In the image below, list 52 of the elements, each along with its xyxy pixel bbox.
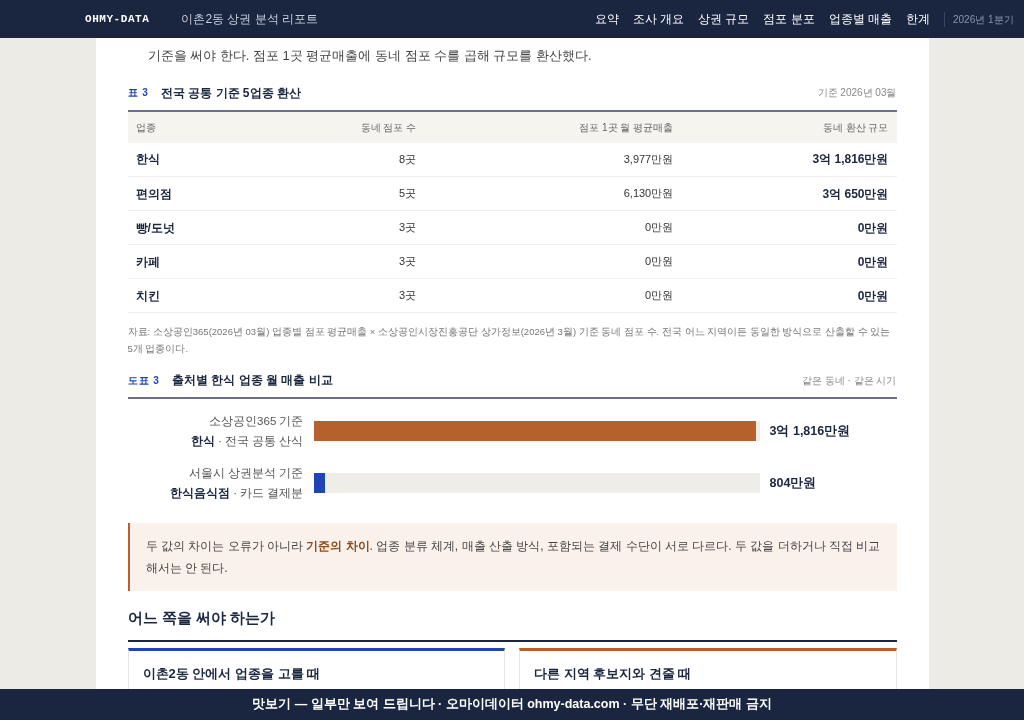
nav-link[interactable]: 점포 분포 <box>763 10 815 28</box>
table-cell: 3억 1,816만원 <box>681 142 897 177</box>
nav-link[interactable]: 상권 규모 <box>697 10 750 28</box>
table-title: 전국 공통 기준 5업종 환산 <box>160 84 301 102</box>
card-title: 이촌2동 안에서 업종을 고를 때 <box>142 665 321 681</box>
bar-value: 804만원 <box>769 474 817 492</box>
table-cell: 치킨 <box>127 278 257 313</box>
table-cell: 8곳 <box>256 142 425 177</box>
table-cell: 3,977만원 <box>424 142 682 177</box>
nav-link[interactable]: 한계 <box>906 10 930 28</box>
nav-link[interactable]: 요약 <box>594 10 619 28</box>
column-header: 점포 1곳 월 평균매출 <box>424 110 682 143</box>
table-cell: 0만원 <box>681 278 897 313</box>
table-cell: 3억 650만원 <box>681 176 897 211</box>
bar-value: 3억 1,816만원 <box>769 422 851 440</box>
report-title: 이촌2동 상권 분석 리포트 <box>181 11 319 28</box>
logo[interactable]: OHMY-DATA <box>85 10 150 28</box>
table-tag: 표 3 <box>127 85 149 100</box>
table-cell: 편의점 <box>127 176 257 211</box>
column-header: 동네 점포 수 <box>256 110 425 143</box>
table-cell: 한식 <box>127 142 257 177</box>
figure-title: 출처별 한식 업종 월 매출 비교 <box>171 372 333 389</box>
table-cell: 빵/도넛 <box>127 210 257 245</box>
period-label: 2026년 1분기 <box>944 11 1024 27</box>
table-cell: 0만원 <box>424 244 682 279</box>
table-cell: 0만원 <box>681 244 897 279</box>
card-title: 다른 지역 후보지와 견줄 때 <box>534 665 692 681</box>
intro-text: 기준을 써야 한다. 점포 1곳 평균매출에 동네 점포 수를 곱해 규모를 환산했다. <box>147 47 593 65</box>
section-heading: 어느 쪽을 써야 하는가 <box>127 607 897 642</box>
table-source-note: 자료: 소상공인365(2026년 03월) 업종별 점포 평균매출 × 소상공인시장진흥공단 상가정보(2026년 3월) 기준 동네 점포 수. 전국 어느 지역이든 동일한 방식으로 산출할 수 있는 5개 업종이다. <box>127 325 892 356</box>
table-cell: 3곳 <box>256 210 425 245</box>
table-cell: 6,130만원 <box>424 176 682 211</box>
column-header: 동네 환산 규모 <box>681 110 897 143</box>
table-cell: 0만원 <box>424 278 682 313</box>
column-header: 업종 <box>127 110 257 143</box>
bar-category-label: 한식 · 전국 공통 산식 <box>190 434 304 449</box>
nav-link[interactable]: 조사 개요 <box>632 10 684 28</box>
table-cell: 카페 <box>127 244 257 279</box>
figure-tag: 도표 3 <box>127 372 160 388</box>
banner-text: 맛보기 — 일부만 보여 드립니다 · 오마이데이터 ohmy-data.com · 무단 재배포·재판매 금지 <box>252 696 772 714</box>
bar-category-label: 한식음식점 · 카드 결제분 <box>170 486 304 501</box>
table-cell: 3곳 <box>256 244 425 279</box>
table-date: 기준 2026년 03월 <box>817 86 897 100</box>
table-cell: 5곳 <box>256 176 425 211</box>
table-cell: 0만원 <box>424 210 682 245</box>
bar-source-label: 서울시 상권분석 기준 <box>189 466 304 481</box>
table-cell: 3곳 <box>256 278 425 313</box>
callout-text: 두 값의 차이는 오류가 아니라 기준의 차이. 업종 분류 체계, 매출 산출 방식, 포함되는 결제 수단이 서로 다르다. 두 값을 더하거나 직접 비교해서는 안 된다. <box>145 538 881 577</box>
nav-link[interactable]: 업종별 매출 <box>828 10 892 28</box>
figure-meta: 같은 동네 · 같은 시기 <box>802 373 897 388</box>
table-cell: 0만원 <box>681 210 897 245</box>
bar-source-label: 소상공인365 기준 <box>209 414 304 429</box>
